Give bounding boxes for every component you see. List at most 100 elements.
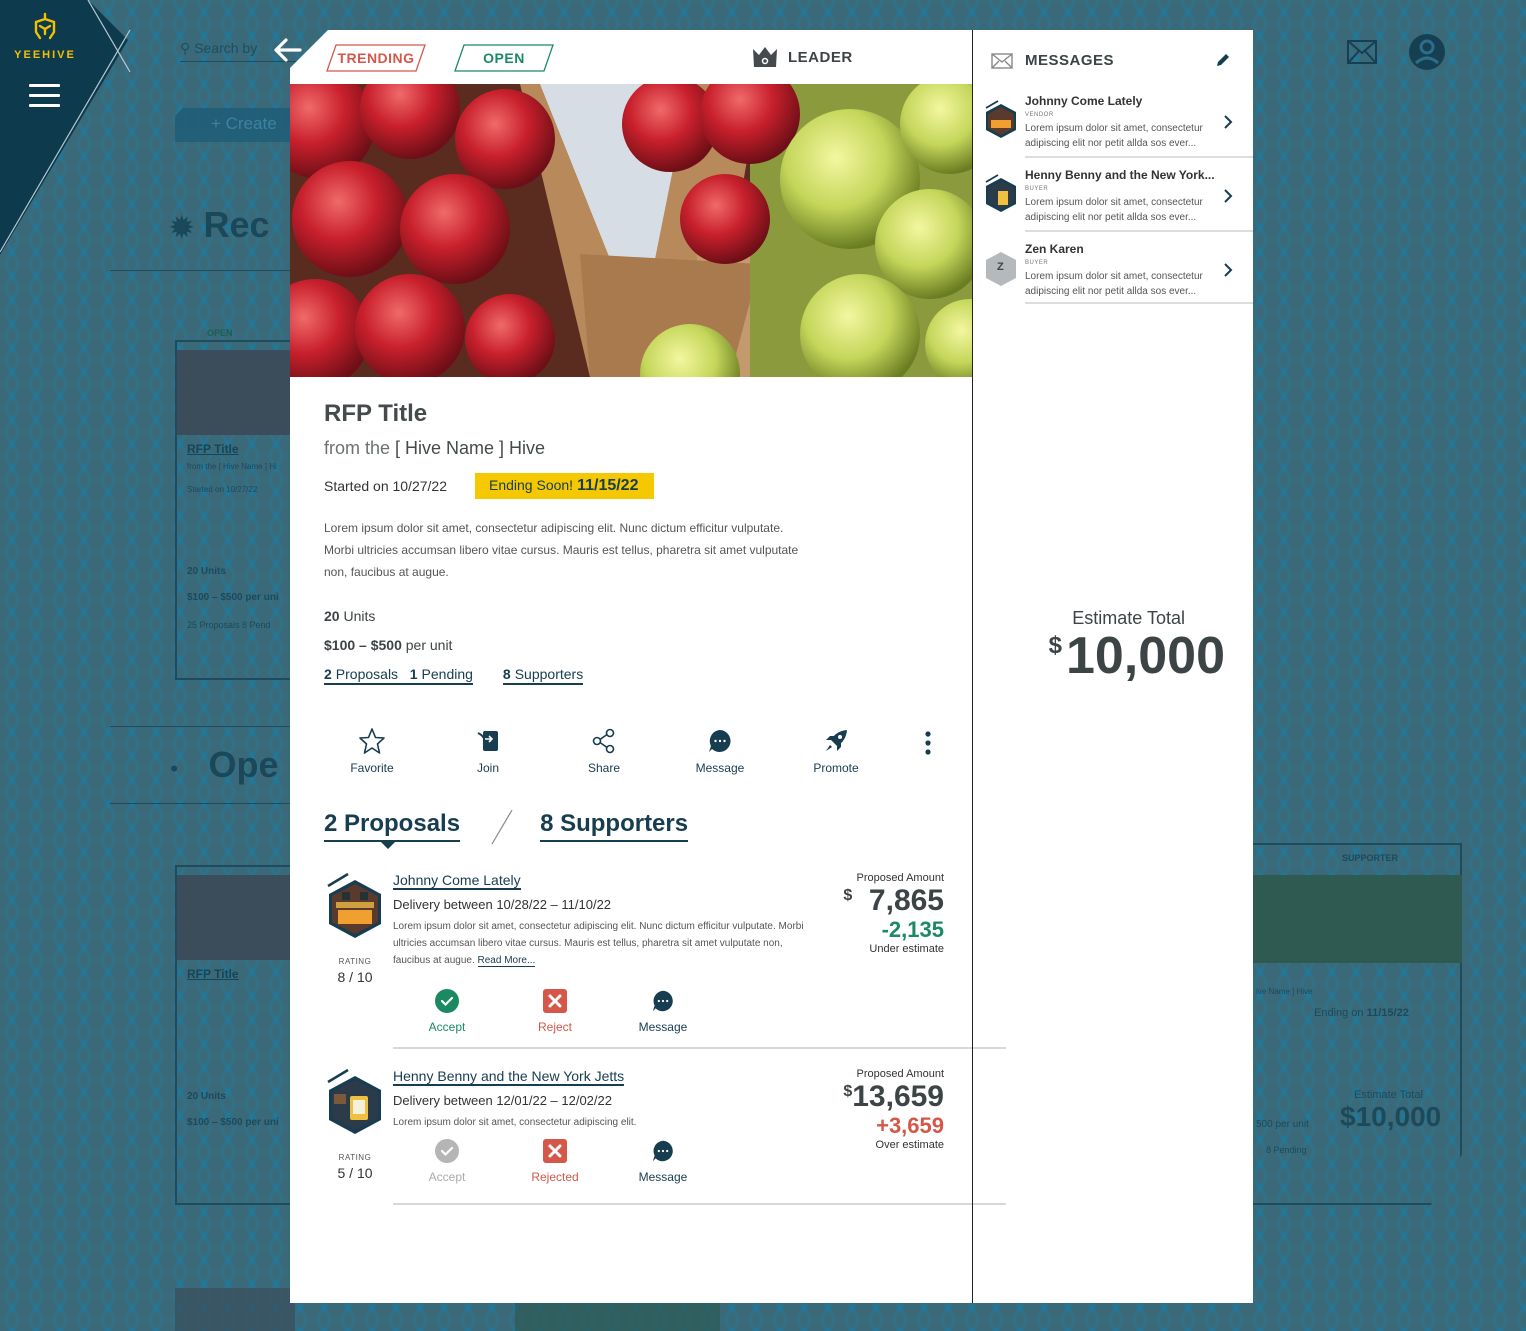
message-button[interactable]: Message bbox=[662, 727, 778, 775]
share-button[interactable]: Share bbox=[546, 727, 662, 775]
more-options-icon[interactable] bbox=[922, 730, 934, 756]
diff-note: Under estimate bbox=[869, 943, 944, 956]
menu-icon[interactable] bbox=[29, 84, 60, 114]
amount-label: Proposed Amount bbox=[856, 1068, 944, 1080]
units: 20 Units bbox=[324, 608, 376, 624]
compose-pencil-icon[interactable] bbox=[1215, 52, 1231, 68]
envelope-icon bbox=[991, 52, 1013, 69]
bg-rule bbox=[110, 726, 290, 727]
contact-role: BUYER bbox=[1025, 260, 1049, 266]
message-thread[interactable]: Z Zen Karen BUYER Lorem ipsum dolor sit … bbox=[973, 232, 1253, 304]
bg-card-counts: 8 Pending bbox=[1266, 1145, 1307, 1155]
chevron-right-icon bbox=[1224, 263, 1233, 277]
join-button[interactable]: Join bbox=[430, 727, 546, 775]
proposed-amount: Proposed Amount $13,659 +3,659 Over esti… bbox=[804, 1068, 944, 1151]
brand-name: YEEHIVE bbox=[14, 49, 76, 61]
logo[interactable]: YEEHIVE bbox=[10, 12, 80, 61]
rfp-hive[interactable]: from the [ Hive Name ] Hive bbox=[324, 438, 944, 459]
contact-avatar bbox=[985, 174, 1016, 212]
leader-badge: LEADER bbox=[752, 46, 853, 68]
chat-bubble-icon bbox=[652, 1140, 673, 1162]
delivery-window: Delivery between 10/28/22 – 11/10/22 bbox=[393, 897, 612, 912]
message-vendor-button[interactable]: Message bbox=[609, 1138, 717, 1184]
bg-card-image bbox=[515, 1303, 720, 1331]
bg-card-image bbox=[175, 1288, 295, 1331]
rating-label: RATING bbox=[338, 1153, 372, 1162]
back-arrow-icon[interactable] bbox=[272, 36, 304, 64]
message-thread[interactable]: Johnny Come Lately VENDOR Lorem ipsum do… bbox=[973, 84, 1253, 158]
price-range: $100 – $500 per unit bbox=[324, 637, 453, 653]
join-icon bbox=[477, 731, 498, 751]
amount-value: $ 7,865 bbox=[843, 884, 944, 917]
vendor-avatar-block: RATING 8 / 10 bbox=[324, 872, 386, 985]
search-icon: ⚲ bbox=[180, 40, 195, 56]
vendor-avatar[interactable] bbox=[324, 1068, 386, 1140]
delivery-window: Delivery between 12/01/22 – 12/02/22 bbox=[393, 1093, 612, 1108]
amount-label: Proposed Amount bbox=[856, 872, 944, 884]
bg-section-recent: ✹ Rec bbox=[170, 204, 270, 245]
bg-card-hive: from the [ Hive Name ] Hi bbox=[187, 462, 277, 471]
rfp-title: RFP Title bbox=[324, 400, 428, 427]
divider bbox=[1025, 302, 1253, 304]
message-vendor-button[interactable]: Message bbox=[609, 988, 717, 1034]
message-preview: Lorem ipsum dolor sit amet, consectetur … bbox=[1025, 197, 1203, 223]
message-preview: Lorem ipsum dolor sit amet, consectetur … bbox=[1025, 271, 1203, 297]
bg-card-units: 20 Units bbox=[187, 566, 226, 577]
accept-button-disabled[interactable]: Accept bbox=[393, 1138, 501, 1184]
open-tag[interactable]: OPEN bbox=[454, 44, 554, 72]
chevron-right-icon bbox=[1224, 189, 1233, 203]
tab-supporters[interactable]: 8 Supporters bbox=[540, 810, 689, 842]
vendor-name-link[interactable]: Johnny Come Lately bbox=[393, 872, 521, 890]
proposal-body: Henny Benny and the New York Jetts Deliv… bbox=[393, 1068, 813, 1131]
favorite-button[interactable]: Favorite bbox=[314, 727, 430, 775]
contact-name: Zen Karen bbox=[1025, 242, 1084, 256]
promote-button[interactable]: Promote bbox=[778, 727, 894, 775]
proposal-description: Lorem ipsum dolor sit amet, consectetur … bbox=[393, 921, 804, 967]
accept-button[interactable]: Accept bbox=[393, 988, 501, 1034]
reject-button[interactable]: Reject bbox=[501, 988, 609, 1034]
bg-card-image bbox=[177, 875, 297, 960]
rocket-icon bbox=[826, 730, 847, 751]
check-circle-icon bbox=[435, 989, 459, 1013]
divider bbox=[393, 1203, 1006, 1205]
detail-tabs: 2 Proposals 8 Supporters bbox=[324, 806, 689, 849]
avatar-initial: Z bbox=[997, 261, 1004, 273]
tab-proposals[interactable]: 2 Proposals bbox=[324, 810, 461, 849]
messages-title: MESSAGES bbox=[1025, 52, 1115, 69]
bg-card-title: RFP Title bbox=[187, 967, 239, 981]
bg-card-title: RFP Title bbox=[187, 442, 239, 456]
trending-tag[interactable]: TRENDING bbox=[326, 44, 426, 72]
message-thread[interactable]: Henny Benny and the New York... BUYER Lo… bbox=[973, 158, 1253, 232]
active-tab-caret bbox=[380, 841, 396, 849]
amount-diff: -2,135 bbox=[881, 917, 944, 942]
messages-panel: MESSAGES Johnny Come Lately VENDOR Lorem… bbox=[973, 30, 1253, 1303]
rfp-action-bar: Favorite Join Share Message Promote bbox=[314, 727, 944, 775]
trending-label: TRENDING bbox=[337, 50, 415, 66]
mail-icon[interactable] bbox=[1347, 40, 1377, 64]
rating-value: 5 / 10 bbox=[337, 1165, 373, 1181]
bg-rule bbox=[110, 803, 290, 804]
proposals-pending-link[interactable]: 2 Proposals 1 Pending bbox=[324, 666, 473, 685]
bg-card-price: $100 – $500 per uni bbox=[187, 1117, 279, 1128]
bg-card-ending: Ending on 11/15/22 bbox=[1314, 1007, 1409, 1019]
crown-icon bbox=[753, 47, 777, 67]
bg-card-estimate: $10,000 bbox=[1340, 1101, 1442, 1132]
bg-card-units: 20 Units bbox=[187, 1091, 226, 1102]
bg-card-tag: OPEN bbox=[207, 328, 233, 338]
bg-card-estimate-label: Estimate Total bbox=[1354, 1089, 1423, 1101]
bg-section-open: ● Ope bbox=[170, 744, 279, 785]
vendor-name-link[interactable]: Henny Benny and the New York Jetts bbox=[393, 1068, 625, 1086]
bg-card-right: SUPPORTER ive Name ] Hive Ending on 11/1… bbox=[1240, 843, 1462, 1205]
vendor-avatar-block: RATING 5 / 10 bbox=[324, 1068, 386, 1181]
messages-header: MESSAGES bbox=[991, 52, 1114, 69]
bg-card-started: Started on 10/27/22 bbox=[187, 485, 258, 494]
read-more-link[interactable]: Read More... bbox=[477, 955, 536, 967]
bg-card-price: $100 – $500 per uni bbox=[187, 592, 279, 603]
contact-name: Johnny Come Lately bbox=[1025, 94, 1143, 108]
open-label: OPEN bbox=[483, 50, 525, 66]
diff-note: Over estimate bbox=[875, 1139, 944, 1152]
rejected-status[interactable]: Rejected bbox=[501, 1138, 609, 1184]
vendor-avatar[interactable] bbox=[324, 872, 386, 944]
supporters-link[interactable]: 8 Supporters bbox=[502, 666, 584, 685]
profile-avatar-icon[interactable] bbox=[1408, 33, 1446, 73]
